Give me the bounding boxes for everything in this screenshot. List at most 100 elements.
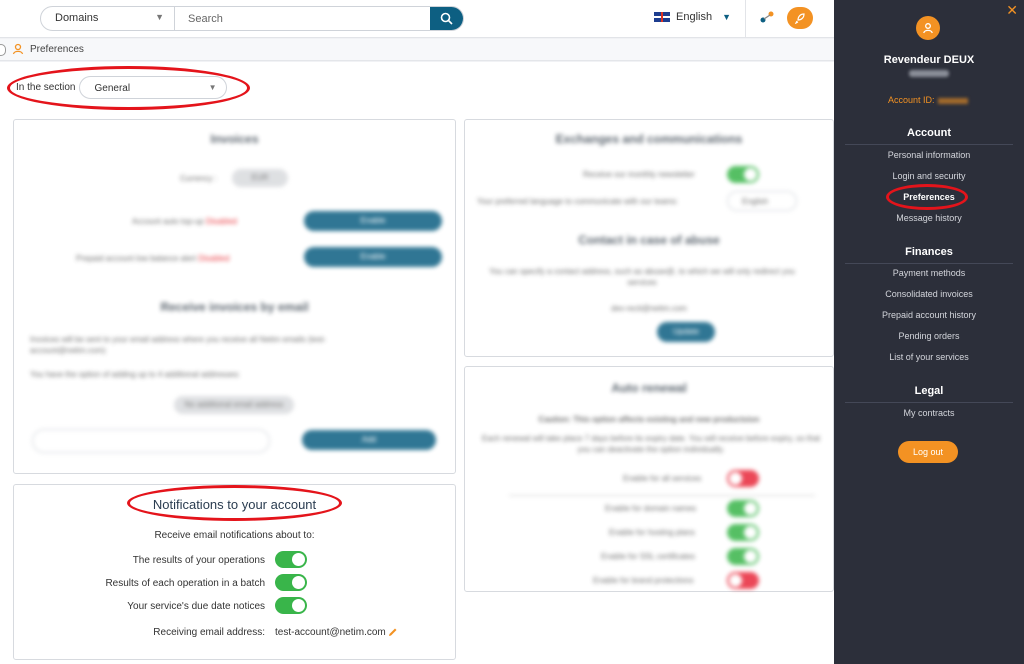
sidebar-item-services-list[interactable]: List of your services [834,352,1024,362]
legal-heading: Legal [914,385,944,397]
auto-topup-status: Disabled [205,217,237,226]
rocket-button[interactable] [787,7,813,29]
newsletter-label: Receive our monthly newsletter [583,170,695,179]
sidebar-item-message-history[interactable]: Message history [834,213,1024,223]
sidebar-item-consolidated-invoices[interactable]: Consolidated invoices [834,289,1024,299]
top-bar: Domains ▼ English ▼ [0,0,834,38]
breadcrumb-label: Preferences [30,44,84,55]
newsletter-toggle[interactable] [727,166,759,183]
renewal-brand-toggle[interactable] [727,572,759,589]
domain-type-select[interactable]: Domains ▼ [41,7,175,30]
user-icon [923,23,933,34]
search-input[interactable] [176,7,432,30]
divider [845,402,1013,403]
renewal-hosting-label: Enable for hosting plans [609,528,695,537]
sidebar-item-pending-orders[interactable]: Pending orders [834,331,1024,341]
receive-invoices-option: You have the option of adding up to 4 ad… [30,370,241,379]
main-content: In the section General ▼ Invoices Curren… [0,62,834,664]
update-button[interactable]: Update [657,322,715,342]
search-icon [440,12,453,25]
preferred-language-select[interactable]: English [727,191,797,211]
auto-renewal-card: Auto renewal Caution: This option affect… [464,366,834,592]
divider [745,0,746,38]
notifications-subtitle: Receive email notifications about to: [154,530,315,541]
receive-invoices-desc: Invoices will be sent to your email addr… [30,335,327,355]
redacted-text [937,97,968,104]
notif-operations-label: The results of your operations [132,555,265,566]
sidebar-item-login-security[interactable]: Login and security [834,171,1024,181]
add-email-button[interactable]: Add [302,430,436,450]
all-services-label: Enable for all services [623,474,702,483]
auto-renewal-title: Auto renewal [611,381,687,395]
collapse-handle[interactable] [0,44,6,56]
notifications-card: Notifications to your account Receive em… [13,484,456,660]
highlight-ellipse [886,184,968,210]
no-additional-email: No additional email address [174,396,294,414]
exchanges-card: Exchanges and communications Receive our… [464,119,834,357]
preferred-language-label: Your preferred language to communicate w… [477,197,679,206]
auto-topup-row: Account auto top-up Disabled [132,217,237,226]
sidebar-item-payment-methods[interactable]: Payment methods [834,268,1024,278]
caret-down-icon: ▼ [155,12,164,22]
receiving-email-value: test-account@netim.com [275,627,386,638]
sidebar-item-prepaid-history[interactable]: Prepaid account history [834,310,1024,320]
highlight-ellipse [7,66,250,110]
receiving-email-label: Receiving email address: [153,627,265,638]
search-button[interactable] [430,7,463,30]
chevron-down-icon: ▼ [722,12,731,22]
enable-topup-button[interactable]: Enable [304,211,442,231]
notif-due-date-label: Your service's due date notices [127,601,265,612]
account-heading: Account [907,127,951,139]
divider [845,144,1013,145]
share-icon[interactable] [759,9,775,25]
abuse-email: dev-recti@netim.com [611,304,687,313]
uk-flag-icon [654,12,670,22]
avatar [916,16,940,40]
renewal-brand-label: Enable for brand protections [593,576,694,585]
account-id-label: Account ID: [888,95,935,105]
notif-operations-toggle[interactable] [275,551,307,568]
notif-due-date-toggle[interactable] [275,597,307,614]
logout-button[interactable]: Log out [898,441,958,463]
pencil-icon[interactable] [388,627,398,637]
account-sidebar: ✕ Revendeur DEUX Account ID: Account Per… [834,0,1024,664]
sidebar-item-personal-information[interactable]: Personal information [834,150,1024,160]
redacted-text [909,70,949,77]
breadcrumb: Preferences [0,39,834,61]
notif-batch-toggle[interactable] [275,574,307,591]
renewal-ssl-toggle[interactable] [727,548,759,565]
divider [509,495,815,496]
account-name: Revendeur DEUX [883,54,975,66]
account-id: Account ID: [888,95,968,105]
language-selector[interactable]: English ▼ [654,11,731,23]
domain-type-value: Domains [55,12,99,24]
rocket-icon [794,13,805,24]
user-icon [12,43,24,55]
language-label: English [676,11,713,23]
all-services-toggle[interactable] [727,470,759,487]
highlight-ellipse [127,485,342,521]
enable-alert-button[interactable]: Enable [304,247,442,267]
exchanges-title: Exchanges and communications [555,132,743,146]
abuse-desc: You can specify a contact address, such … [489,267,795,287]
sidebar-item-my-contracts[interactable]: My contracts [834,408,1024,418]
additional-email-input[interactable] [32,429,270,453]
auto-renewal-desc: Each renewal will take place 7 days befo… [481,434,821,454]
renewal-hosting-toggle[interactable] [727,524,759,541]
low-balance-label: Prepaid account low balance alert [76,254,197,263]
notif-batch-label: Results of each operation in a batch [105,578,265,589]
currency-select[interactable]: EUR [232,169,288,187]
preferred-language-value: English [742,197,769,206]
search-bar: Domains ▼ [40,6,464,31]
divider [845,263,1013,264]
currency-label: Currency : [180,174,217,183]
abuse-title: Contact in case of abuse [578,233,720,247]
renewal-domains-toggle[interactable] [727,500,759,517]
low-balance-row: Prepaid account low balance alert Disabl… [76,254,229,263]
low-balance-status: Disabled [198,254,230,263]
invoices-title: Invoices [210,132,259,146]
close-icon[interactable]: ✕ [1006,2,1018,19]
finances-heading: Finances [905,246,953,258]
auto-topup-label: Account auto top-up [132,217,204,226]
renewal-ssl-label: Enable for SSL certificates [601,552,695,561]
